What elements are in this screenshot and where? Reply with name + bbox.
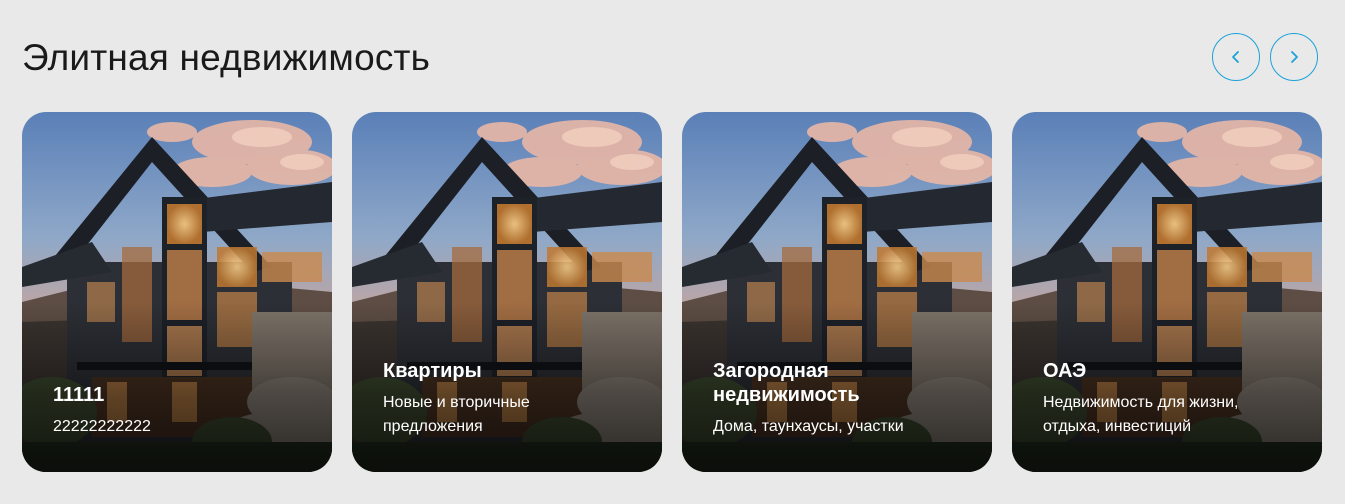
card-title: Загородная недвижимость bbox=[713, 360, 860, 406]
card-text: Загородная недвижимость Дома, таунхаусы,… bbox=[713, 359, 904, 439]
cards-row: 11111 22222222222 Квартиры Новые и втори… bbox=[22, 112, 1322, 472]
property-card[interactable]: Загородная недвижимость Дома, таунхаусы,… bbox=[682, 112, 992, 472]
card-text: 11111 22222222222 bbox=[53, 383, 312, 439]
carousel-nav bbox=[1212, 33, 1318, 81]
next-button[interactable] bbox=[1270, 33, 1318, 81]
property-card[interactable]: ОАЭ Недвижимость для жизни, отдыха, инве… bbox=[1012, 112, 1322, 472]
card-text: Квартиры Новые и вторичные предложения bbox=[383, 359, 602, 439]
elite-realty-section: Элитная недвижимость 11111 22222222222 К… bbox=[0, 0, 1345, 504]
card-subtitle: Новые и вторичные предложения bbox=[383, 394, 530, 435]
card-subtitle: 22222222222 bbox=[53, 418, 151, 435]
property-card[interactable]: Квартиры Новые и вторичные предложения bbox=[352, 112, 662, 472]
property-card[interactable]: 11111 22222222222 bbox=[22, 112, 332, 472]
chevron-right-icon bbox=[1291, 51, 1298, 63]
prev-button[interactable] bbox=[1212, 33, 1260, 81]
card-subtitle: Недвижимость для жизни, отдыха, инвестиц… bbox=[1043, 394, 1239, 435]
card-title: 11111 bbox=[53, 384, 105, 406]
card-title: Квартиры bbox=[383, 360, 482, 382]
card-subtitle: Дома, таунхаусы, участки bbox=[713, 418, 904, 435]
chevron-left-icon bbox=[1232, 51, 1239, 63]
section-title: Элитная недвижимость bbox=[22, 37, 431, 78]
card-title: ОАЭ bbox=[1043, 360, 1087, 382]
card-text: ОАЭ Недвижимость для жизни, отдыха, инве… bbox=[1043, 359, 1282, 439]
